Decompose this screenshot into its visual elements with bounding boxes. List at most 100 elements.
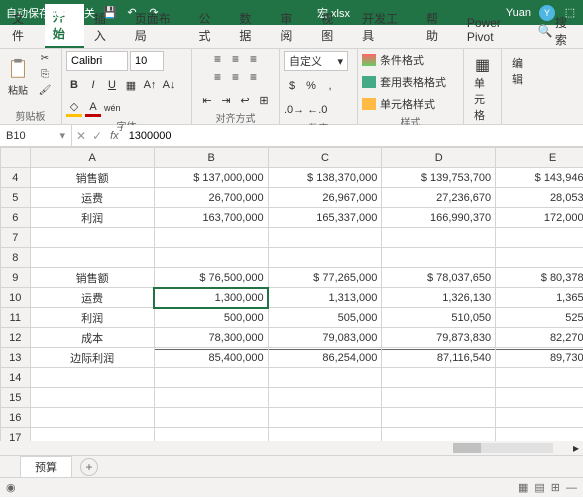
cell[interactable]: 89,730,040 (496, 348, 583, 368)
cell[interactable]: 26,967,000 (268, 188, 382, 208)
cell[interactable]: 运费 (30, 288, 154, 308)
worksheet-grid[interactable]: ABCDE 4销售额$ 137,000,000$ 138,370,000$ 13… (0, 147, 583, 455)
cell[interactable]: 79,873,830 (382, 328, 496, 348)
cell[interactable]: 86,254,000 (268, 348, 382, 368)
italic-button[interactable]: I (85, 76, 101, 94)
cell[interactable]: 销售额 (30, 168, 154, 188)
row-header[interactable]: 13 (1, 348, 31, 368)
cell[interactable]: 1,326,130 (382, 288, 496, 308)
cell[interactable] (382, 408, 496, 428)
cell[interactable] (496, 408, 583, 428)
cell[interactable]: $ 137,000,000 (154, 168, 268, 188)
cell[interactable] (154, 228, 268, 248)
copy-icon[interactable]: ⎘ (36, 67, 54, 81)
col-header[interactable]: A (30, 148, 154, 168)
row-header[interactable]: 14 (1, 368, 31, 388)
col-header[interactable]: D (382, 148, 496, 168)
font-size-select[interactable] (130, 51, 164, 71)
cell[interactable]: 166,990,370 (382, 208, 496, 228)
align-buttons[interactable]: ≡≡≡≡≡≡ (210, 51, 262, 85)
cell[interactable] (30, 248, 154, 268)
tab-插入[interactable]: 插入 (86, 6, 125, 48)
tab-视图[interactable]: 视图 (313, 6, 352, 48)
fx-icon[interactable]: fx (106, 130, 123, 142)
formula-input[interactable] (123, 125, 583, 146)
cell[interactable] (496, 228, 583, 248)
cell[interactable]: 1,313,000 (268, 288, 382, 308)
table-format-button[interactable]: 套用表格格式 (362, 73, 446, 91)
cell[interactable]: $ 138,370,000 (268, 168, 382, 188)
indent-right-icon[interactable]: ⇥ (218, 91, 234, 109)
cell[interactable]: 成本 (30, 328, 154, 348)
cell[interactable]: $ 80,378,780 (496, 268, 583, 288)
add-sheet-button[interactable]: + (80, 458, 98, 476)
paste-button[interactable]: 粘贴 (4, 51, 32, 101)
cell[interactable] (268, 408, 382, 428)
tab-文件[interactable]: 文件 (4, 6, 43, 48)
cell[interactable] (382, 388, 496, 408)
border-button[interactable]: ▦ (123, 76, 139, 94)
cell-style-button[interactable]: 单元格样式 (362, 95, 435, 113)
row-header[interactable]: 15 (1, 388, 31, 408)
cell[interactable]: 78,300,000 (154, 328, 268, 348)
cell[interactable]: $ 139,753,700 (382, 168, 496, 188)
tab-审阅[interactable]: 审阅 (272, 6, 311, 48)
bold-button[interactable]: B (66, 76, 82, 94)
cell[interactable] (30, 388, 154, 408)
cell[interactable]: 85,400,000 (154, 348, 268, 368)
wrap-text-icon[interactable]: ↩ (237, 91, 253, 109)
percent-icon[interactable]: % (303, 77, 319, 95)
view-normal-icon[interactable]: ▦ (518, 481, 528, 494)
cell[interactable] (30, 368, 154, 388)
comma-icon[interactable]: , (322, 77, 338, 95)
cell[interactable] (268, 248, 382, 268)
font-color-button[interactable]: A (85, 99, 101, 117)
cell[interactable] (382, 248, 496, 268)
cell[interactable]: 163,700,000 (154, 208, 268, 228)
phonetic-button[interactable]: wén (104, 99, 121, 117)
cell[interactable]: 165,337,000 (268, 208, 382, 228)
currency-icon[interactable]: $ (284, 77, 300, 95)
cut-icon[interactable]: ✂ (36, 51, 54, 65)
cell[interactable] (154, 408, 268, 428)
cell[interactable] (382, 368, 496, 388)
merge-button[interactable]: ⊞ (256, 91, 272, 109)
name-box[interactable]: B10▾ (0, 125, 72, 146)
view-layout-icon[interactable]: ▤ (534, 481, 544, 494)
enter-icon[interactable]: ✓ (92, 129, 102, 143)
cell[interactable]: 边际利润 (30, 348, 154, 368)
cell[interactable]: 525,350 (496, 308, 583, 328)
cell[interactable]: 利润 (30, 208, 154, 228)
number-format-select[interactable]: 自定义▾ (284, 51, 348, 71)
cell[interactable] (496, 388, 583, 408)
cell[interactable]: $ 76,500,000 (154, 268, 268, 288)
fill-color-button[interactable]: ◇ (66, 99, 82, 117)
row-header[interactable]: 11 (1, 308, 31, 328)
cell[interactable]: 销售额 (30, 268, 154, 288)
edit-button[interactable]: 编辑 (506, 51, 532, 91)
cell[interactable] (496, 248, 583, 268)
cell[interactable] (268, 368, 382, 388)
cell[interactable] (154, 368, 268, 388)
cell[interactable]: 82,270,040 (496, 328, 583, 348)
cell[interactable]: $ 143,946,310 (496, 168, 583, 188)
indent-left-icon[interactable]: ⇤ (199, 91, 215, 109)
tab-帮助[interactable]: 帮助 (418, 6, 457, 48)
row-header[interactable]: 8 (1, 248, 31, 268)
cell[interactable] (382, 228, 496, 248)
cell[interactable] (30, 408, 154, 428)
col-header[interactable]: E (496, 148, 583, 168)
cell[interactable]: 1,300,000 (154, 288, 268, 308)
horizontal-scrollbar[interactable]: ▸ (0, 441, 583, 455)
cell[interactable] (496, 368, 583, 388)
decimal-dec-icon[interactable]: ←.0 (307, 101, 327, 119)
macro-record-icon[interactable]: ◉ (6, 481, 16, 494)
tab-页面布局[interactable]: 页面布局 (127, 6, 189, 48)
cell[interactable]: 运费 (30, 188, 154, 208)
tab-公式[interactable]: 公式 (191, 6, 230, 48)
cell[interactable] (268, 228, 382, 248)
underline-button[interactable]: U (104, 76, 120, 94)
cell[interactable]: 1,365,910 (496, 288, 583, 308)
row-header[interactable]: 9 (1, 268, 31, 288)
cell[interactable]: 505,000 (268, 308, 382, 328)
